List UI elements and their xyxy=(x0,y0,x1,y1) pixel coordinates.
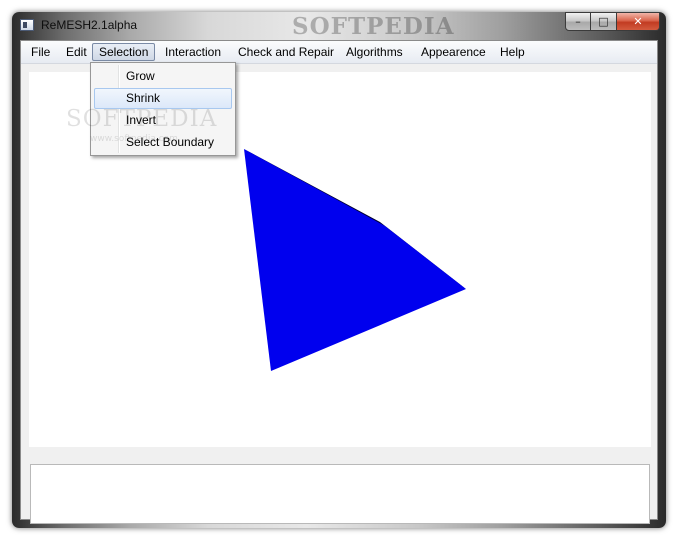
watermark-overlay: SOFTPEDIA xyxy=(66,106,218,132)
menu-item-grow[interactable]: Grow xyxy=(94,66,232,87)
mesh-triangle[interactable] xyxy=(244,149,466,371)
watermark-url: www.softpedia.com xyxy=(90,134,178,144)
